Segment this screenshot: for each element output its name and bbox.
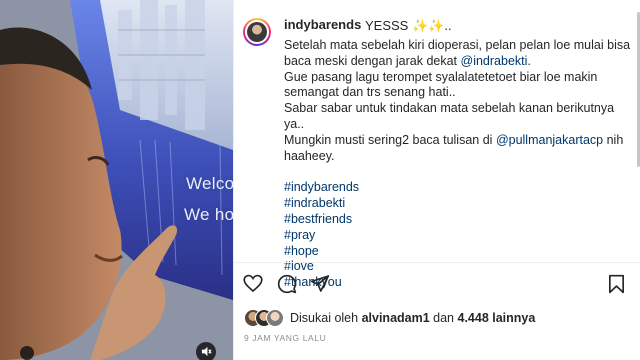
caption-line: Gue pasang lagu terompet syalalatetetoet… [284,69,598,84]
like-button[interactable] [243,274,263,298]
caption-punct: . [527,53,531,68]
post-detail-panel: indybarends YESSS ✨✨.. Setelah mata sebe… [233,0,640,360]
caption-line: Setelah mata sebelah kiri dioperasi, pel… [284,38,631,52]
caption-line: haaheey. [284,148,335,163]
screen-hope-text: We hop [184,205,233,224]
save-button[interactable] [608,274,625,299]
hashtag-link[interactable]: #indrabekti [284,196,634,212]
hashtag-link[interactable]: #thankyou [284,275,634,291]
mention-indrabekti[interactable]: @indrabekti [461,54,528,68]
heart-icon [243,274,263,293]
caption-suffix: nih [603,132,624,147]
tag-indicator[interactable] [20,346,34,360]
hashtag-list: #indybarends #indrabekti #bestfriends #p… [284,180,634,291]
screen-welcome-text: Welcom [186,174,233,193]
post-timestamp[interactable]: 9 JAM YANG LALU [244,333,326,343]
hashtag-link[interactable]: #indybarends [284,180,634,196]
liker-avatars[interactable] [244,309,284,327]
author-avatar[interactable] [243,18,271,46]
hashtag-link[interactable]: #bestfriends [284,212,634,228]
actions-divider [233,262,640,263]
caption-line: baca meski dengan jarak dekat [284,53,458,68]
hashtag-link[interactable]: #pray [284,228,634,244]
liker-avatar [266,309,284,327]
likes-middle: dan [433,311,455,325]
mute-icon [201,346,212,357]
likes-count[interactable]: 4.448 lainnya [458,311,536,325]
share-button[interactable] [310,274,330,298]
caption-line: semangat dan trs senang hati.. [284,85,456,100]
mention-pullmanjakartacp[interactable]: @pullmanjakartacp [496,133,603,147]
likes-prefix: Disukai oleh [290,311,359,325]
caption-line: Mungkin musti sering2 baca tulisan di [284,132,493,147]
mute-button[interactable] [196,342,216,360]
post-photo[interactable]: Welcom We hop [0,0,233,360]
caption-line: Sabar sabar untuk tindakan mata sebelah … [284,101,615,131]
comment-button[interactable] [277,274,297,299]
liker-username[interactable]: alvinadam1 [362,311,430,325]
bookmark-icon [608,274,624,294]
share-icon [310,275,330,292]
hashtag-link[interactable]: #hope [284,244,634,260]
caption-headline: YESSS ✨✨.. [365,18,452,33]
author-username[interactable]: indybarends [284,17,361,32]
comment-icon [277,274,297,294]
post-caption: Setelah mata sebelah kiri dioperasi, pel… [284,38,634,291]
likes-summary: Disukai oleh alvinadam1 dan 4.448 lainny… [290,311,535,325]
